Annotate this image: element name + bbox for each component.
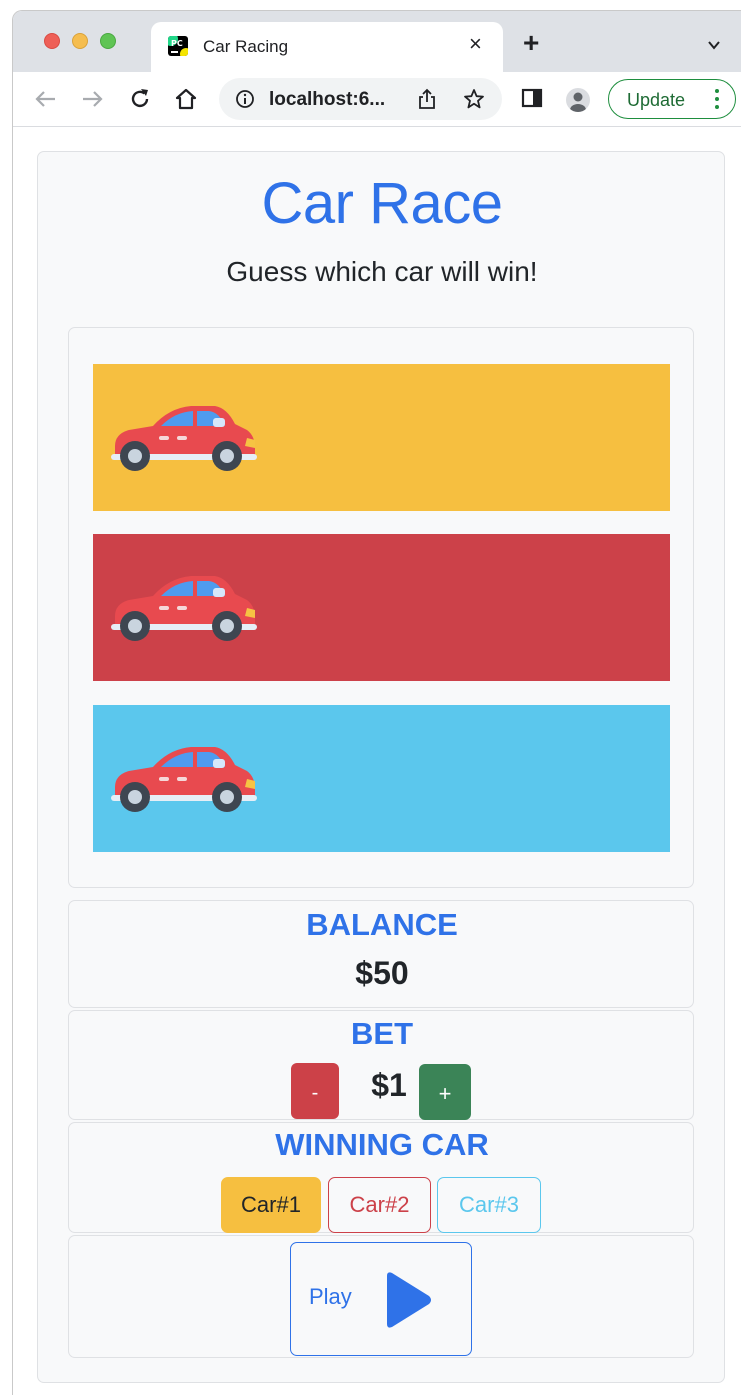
- update-label: Update: [627, 90, 686, 110]
- pycharm-favicon-icon: PC: [168, 36, 188, 56]
- bookmark-star-icon[interactable]: [463, 88, 485, 110]
- balance-label: BALANCE: [306, 907, 458, 942]
- winning-car-panel: WINNING CAR Car#1 Car#2 Car#3: [68, 1122, 694, 1233]
- update-button[interactable]: Update: [608, 79, 736, 119]
- balance-value: $50: [355, 955, 409, 991]
- red-car-icon: [111, 747, 257, 812]
- more-menu-icon[interactable]: [715, 89, 719, 111]
- address-text: localhost:6...: [269, 89, 386, 110]
- game-card: Car Race Guess which car will win! BALAN…: [37, 151, 725, 1383]
- new-tab-button[interactable]: +: [523, 29, 539, 57]
- share-icon[interactable]: [417, 88, 437, 110]
- play-icon: [387, 1272, 431, 1328]
- forward-arrow-icon[interactable]: [79, 86, 105, 112]
- car-1-button[interactable]: Car#1: [221, 1177, 321, 1233]
- bet-label: BET: [351, 1016, 413, 1051]
- race-track: [68, 327, 694, 888]
- address-bar[interactable]: localhost:6...: [219, 78, 502, 120]
- increase-bet-button[interactable]: +: [419, 1064, 471, 1120]
- play-button[interactable]: Play: [290, 1242, 472, 1356]
- home-icon[interactable]: [173, 86, 199, 112]
- minimize-window-button[interactable]: [72, 33, 88, 49]
- winning-car-label: WINNING CAR: [275, 1127, 489, 1162]
- tab-title: Car Racing: [203, 37, 289, 56]
- race-lane-1: [93, 364, 670, 511]
- car-2-button[interactable]: Car#2: [328, 1177, 431, 1233]
- tab-car-racing[interactable]: PC Car Racing ×: [151, 22, 503, 72]
- balance-panel: BALANCE $50: [68, 900, 694, 1008]
- play-label: Play: [309, 1284, 352, 1309]
- car-3-button[interactable]: Car#3: [437, 1177, 541, 1233]
- page-title: Car Race: [261, 171, 503, 236]
- page-subtitle: Guess which car will win!: [226, 256, 538, 287]
- bet-value: $1: [371, 1067, 407, 1103]
- back-arrow-icon[interactable]: [33, 86, 59, 112]
- play-panel: Play: [68, 1235, 694, 1358]
- browser-toolbar: localhost:6... Update: [13, 72, 741, 127]
- bet-panel: BET - $1 +: [68, 1010, 694, 1120]
- red-car-icon: [111, 576, 257, 641]
- race-lane-3: [93, 705, 670, 852]
- info-icon[interactable]: [235, 89, 255, 109]
- red-car-icon: [111, 406, 257, 471]
- browser-window: PC Car Racing × + localhost:6... Update …: [12, 10, 741, 1395]
- close-window-button[interactable]: [44, 33, 60, 49]
- profile-avatar-icon[interactable]: [566, 88, 590, 112]
- race-lane-2: [93, 534, 670, 681]
- maximize-window-button[interactable]: [100, 33, 116, 49]
- chevron-down-icon[interactable]: [707, 38, 721, 52]
- tab-close-icon[interactable]: ×: [469, 33, 482, 55]
- page-viewport: Car Race Guess which car will win! BALAN…: [13, 128, 741, 1395]
- decrease-bet-button[interactable]: -: [291, 1063, 339, 1119]
- tab-strip: PC Car Racing × +: [13, 11, 741, 72]
- reload-icon[interactable]: [127, 86, 153, 112]
- side-panel-icon[interactable]: [521, 87, 543, 109]
